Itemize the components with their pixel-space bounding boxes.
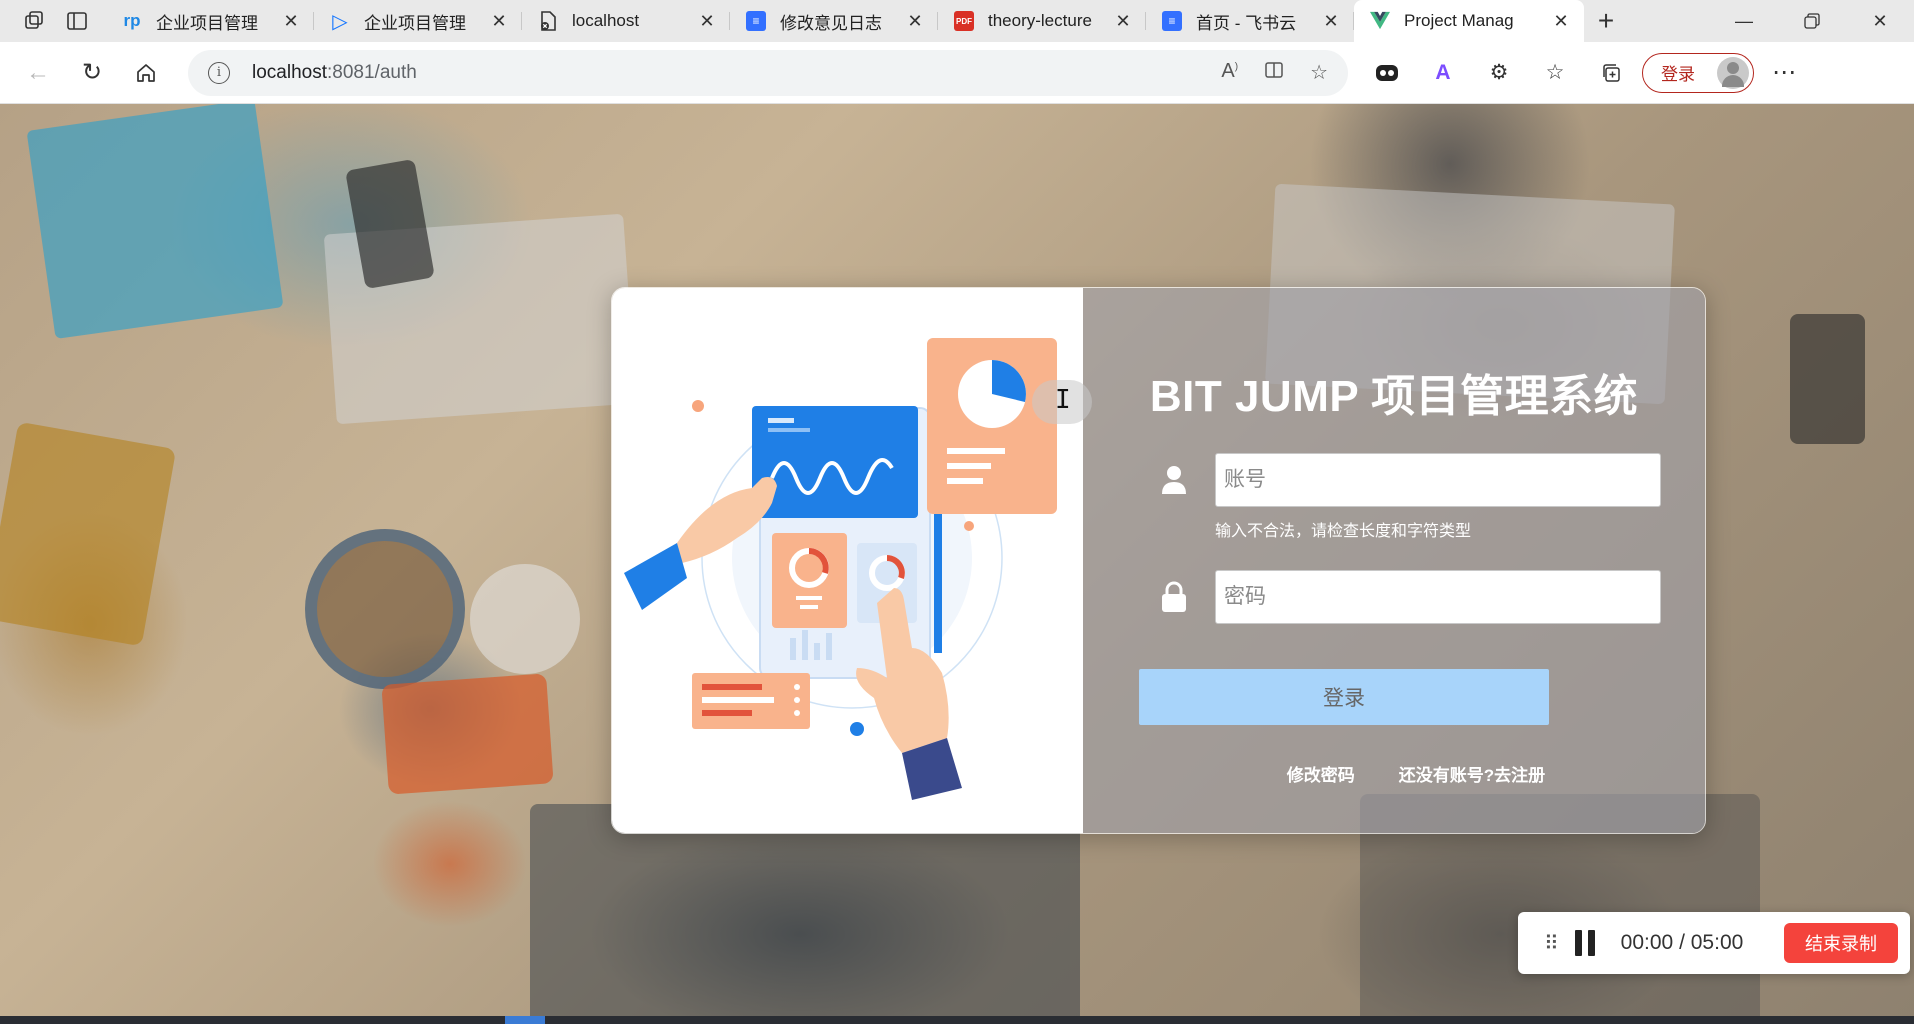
browser-tab[interactable]: ▷ 企业项目管理 ✕ xyxy=(314,0,522,42)
tab-title: theory-lecture xyxy=(988,11,1092,30)
close-icon[interactable]: ✕ xyxy=(280,11,302,32)
extension-mask-icon[interactable] xyxy=(1366,52,1408,94)
login-form-panel: BIT JUMP 项目管理系统 输入不合法，请检查长度和字符类型 登录 修改密码… xyxy=(1083,288,1705,833)
bg-laptop-bottom xyxy=(530,804,1080,1024)
browser-tab[interactable]: localhost ✕ xyxy=(522,0,730,42)
taskbar xyxy=(0,1016,1914,1024)
bg-phone-right xyxy=(1790,314,1865,444)
collections-icon[interactable] xyxy=(1590,52,1632,94)
tab-title: 企业项目管理 xyxy=(364,13,466,33)
site-info-icon[interactable]: i xyxy=(208,61,230,84)
vertical-tabs-icon[interactable] xyxy=(56,0,98,42)
home-icon[interactable] xyxy=(120,47,172,99)
login-card: BIT JUMP 项目管理系统 输入不合法，请检查长度和字符类型 登录 修改密码… xyxy=(611,287,1706,834)
avatar xyxy=(1717,56,1749,89)
workspaces-icon[interactable] xyxy=(14,0,56,42)
stop-recording-button[interactable]: 结束录制 xyxy=(1784,923,1898,963)
tab-title: Project Manag xyxy=(1404,11,1514,30)
bg-wallet xyxy=(0,421,177,647)
pause-icon[interactable] xyxy=(1574,930,1601,956)
browser-toolbar: ← ↻ i localhost:8081/auth A) ☆ A ⚙ ☆ 登录 … xyxy=(0,42,1914,104)
register-link[interactable]: 还没有账号?去注册 xyxy=(1399,761,1545,786)
password-row xyxy=(1153,570,1661,624)
add-favorite-icon[interactable]: ☆ xyxy=(1310,60,1328,86)
address-bar[interactable]: i localhost:8081/auth A) ☆ xyxy=(188,49,1348,96)
restore-icon[interactable] xyxy=(1778,0,1846,42)
more-menu-icon[interactable]: ⋯ xyxy=(1772,58,1796,87)
close-window-icon[interactable]: ✕ xyxy=(1846,0,1914,42)
bg-bowl xyxy=(305,529,465,689)
doc-icon: ≡ xyxy=(746,11,766,31)
close-icon[interactable]: ✕ xyxy=(1320,11,1342,32)
browser-tab[interactable]: ≡ 首页 - 飞书云 ✕ xyxy=(1146,0,1354,42)
screen-recorder-widget: ⠿ 00:00 / 05:00 结束录制 xyxy=(1518,912,1910,974)
browser-tab[interactable]: PDF theory-lecture ✕ xyxy=(938,0,1146,42)
vue-icon xyxy=(1370,11,1390,31)
tab-title: 修改意见日志 xyxy=(780,13,882,33)
new-tab-button[interactable]: + xyxy=(1584,0,1628,42)
account-input[interactable] xyxy=(1215,453,1661,507)
favorites-icon[interactable]: ☆ xyxy=(1534,52,1576,94)
translate-extension-icon[interactable]: A xyxy=(1422,52,1464,94)
url-text[interactable]: localhost:8081/auth xyxy=(252,62,417,84)
account-error-message: 输入不合法，请检查长度和字符类型 xyxy=(1215,523,1472,540)
profile-login-button[interactable]: 登录 xyxy=(1642,52,1754,93)
lock-icon xyxy=(1153,576,1195,618)
browser-tab-active[interactable]: Project Manag ✕ xyxy=(1354,0,1584,42)
rp-icon: rp xyxy=(123,11,141,30)
tab-title: 首页 - 飞书云 xyxy=(1196,13,1297,33)
pdf-icon: PDF xyxy=(954,11,974,31)
close-icon[interactable]: ✕ xyxy=(1112,11,1134,32)
auth-links: 修改密码 还没有账号?去注册 xyxy=(1083,761,1705,786)
page-background: BIT JUMP 项目管理系统 输入不合法，请检查长度和字符类型 登录 修改密码… xyxy=(0,104,1914,1024)
login-button[interactable]: 登录 xyxy=(1139,669,1549,725)
recording-timer: 00:00 / 05:00 xyxy=(1620,931,1744,954)
read-aloud-icon[interactable]: A) xyxy=(1221,60,1238,86)
change-password-link[interactable]: 修改密码 xyxy=(1287,761,1355,786)
extensions-icon[interactable]: ⚙ xyxy=(1478,52,1520,94)
bg-notebook xyxy=(26,104,284,339)
tab-strip: rp 企业项目管理 ✕ ▷ 企业项目管理 ✕ localhost ✕ ≡ 修改意… xyxy=(0,0,1914,42)
play-icon: ▷ xyxy=(332,10,348,33)
password-input[interactable] xyxy=(1215,570,1661,624)
close-icon[interactable]: ✕ xyxy=(904,11,926,32)
bg-harddrive xyxy=(381,673,554,795)
tab-title: 企业项目管理 xyxy=(156,13,258,33)
dashboard-illustration xyxy=(624,338,1057,800)
close-icon[interactable]: ✕ xyxy=(696,11,718,32)
illustration-panel xyxy=(612,288,1083,833)
minimize-icon[interactable]: — xyxy=(1710,0,1778,42)
broken-page-icon xyxy=(538,11,558,31)
browser-tab[interactable]: ≡ 修改意见日志 ✕ xyxy=(730,0,938,42)
drag-handle-icon[interactable]: ⠿ xyxy=(1544,931,1559,956)
close-icon[interactable]: ✕ xyxy=(488,11,510,32)
account-row xyxy=(1153,453,1661,507)
doc-icon: ≡ xyxy=(1162,11,1182,31)
page-title: BIT JUMP 项目管理系统 xyxy=(1149,372,1639,421)
tab-title: localhost xyxy=(572,11,640,30)
split-screen-icon[interactable] xyxy=(1264,60,1284,86)
back-icon[interactable]: ← xyxy=(12,47,64,99)
browser-tab[interactable]: rp 企业项目管理 ✕ xyxy=(106,0,314,42)
bg-mug xyxy=(470,564,580,674)
close-icon[interactable]: ✕ xyxy=(1550,11,1572,32)
window-controls: — ✕ xyxy=(1710,0,1914,42)
reload-icon[interactable]: ↻ xyxy=(66,47,118,99)
user-icon xyxy=(1153,459,1195,501)
taskbar-active-indicator xyxy=(505,1016,545,1024)
